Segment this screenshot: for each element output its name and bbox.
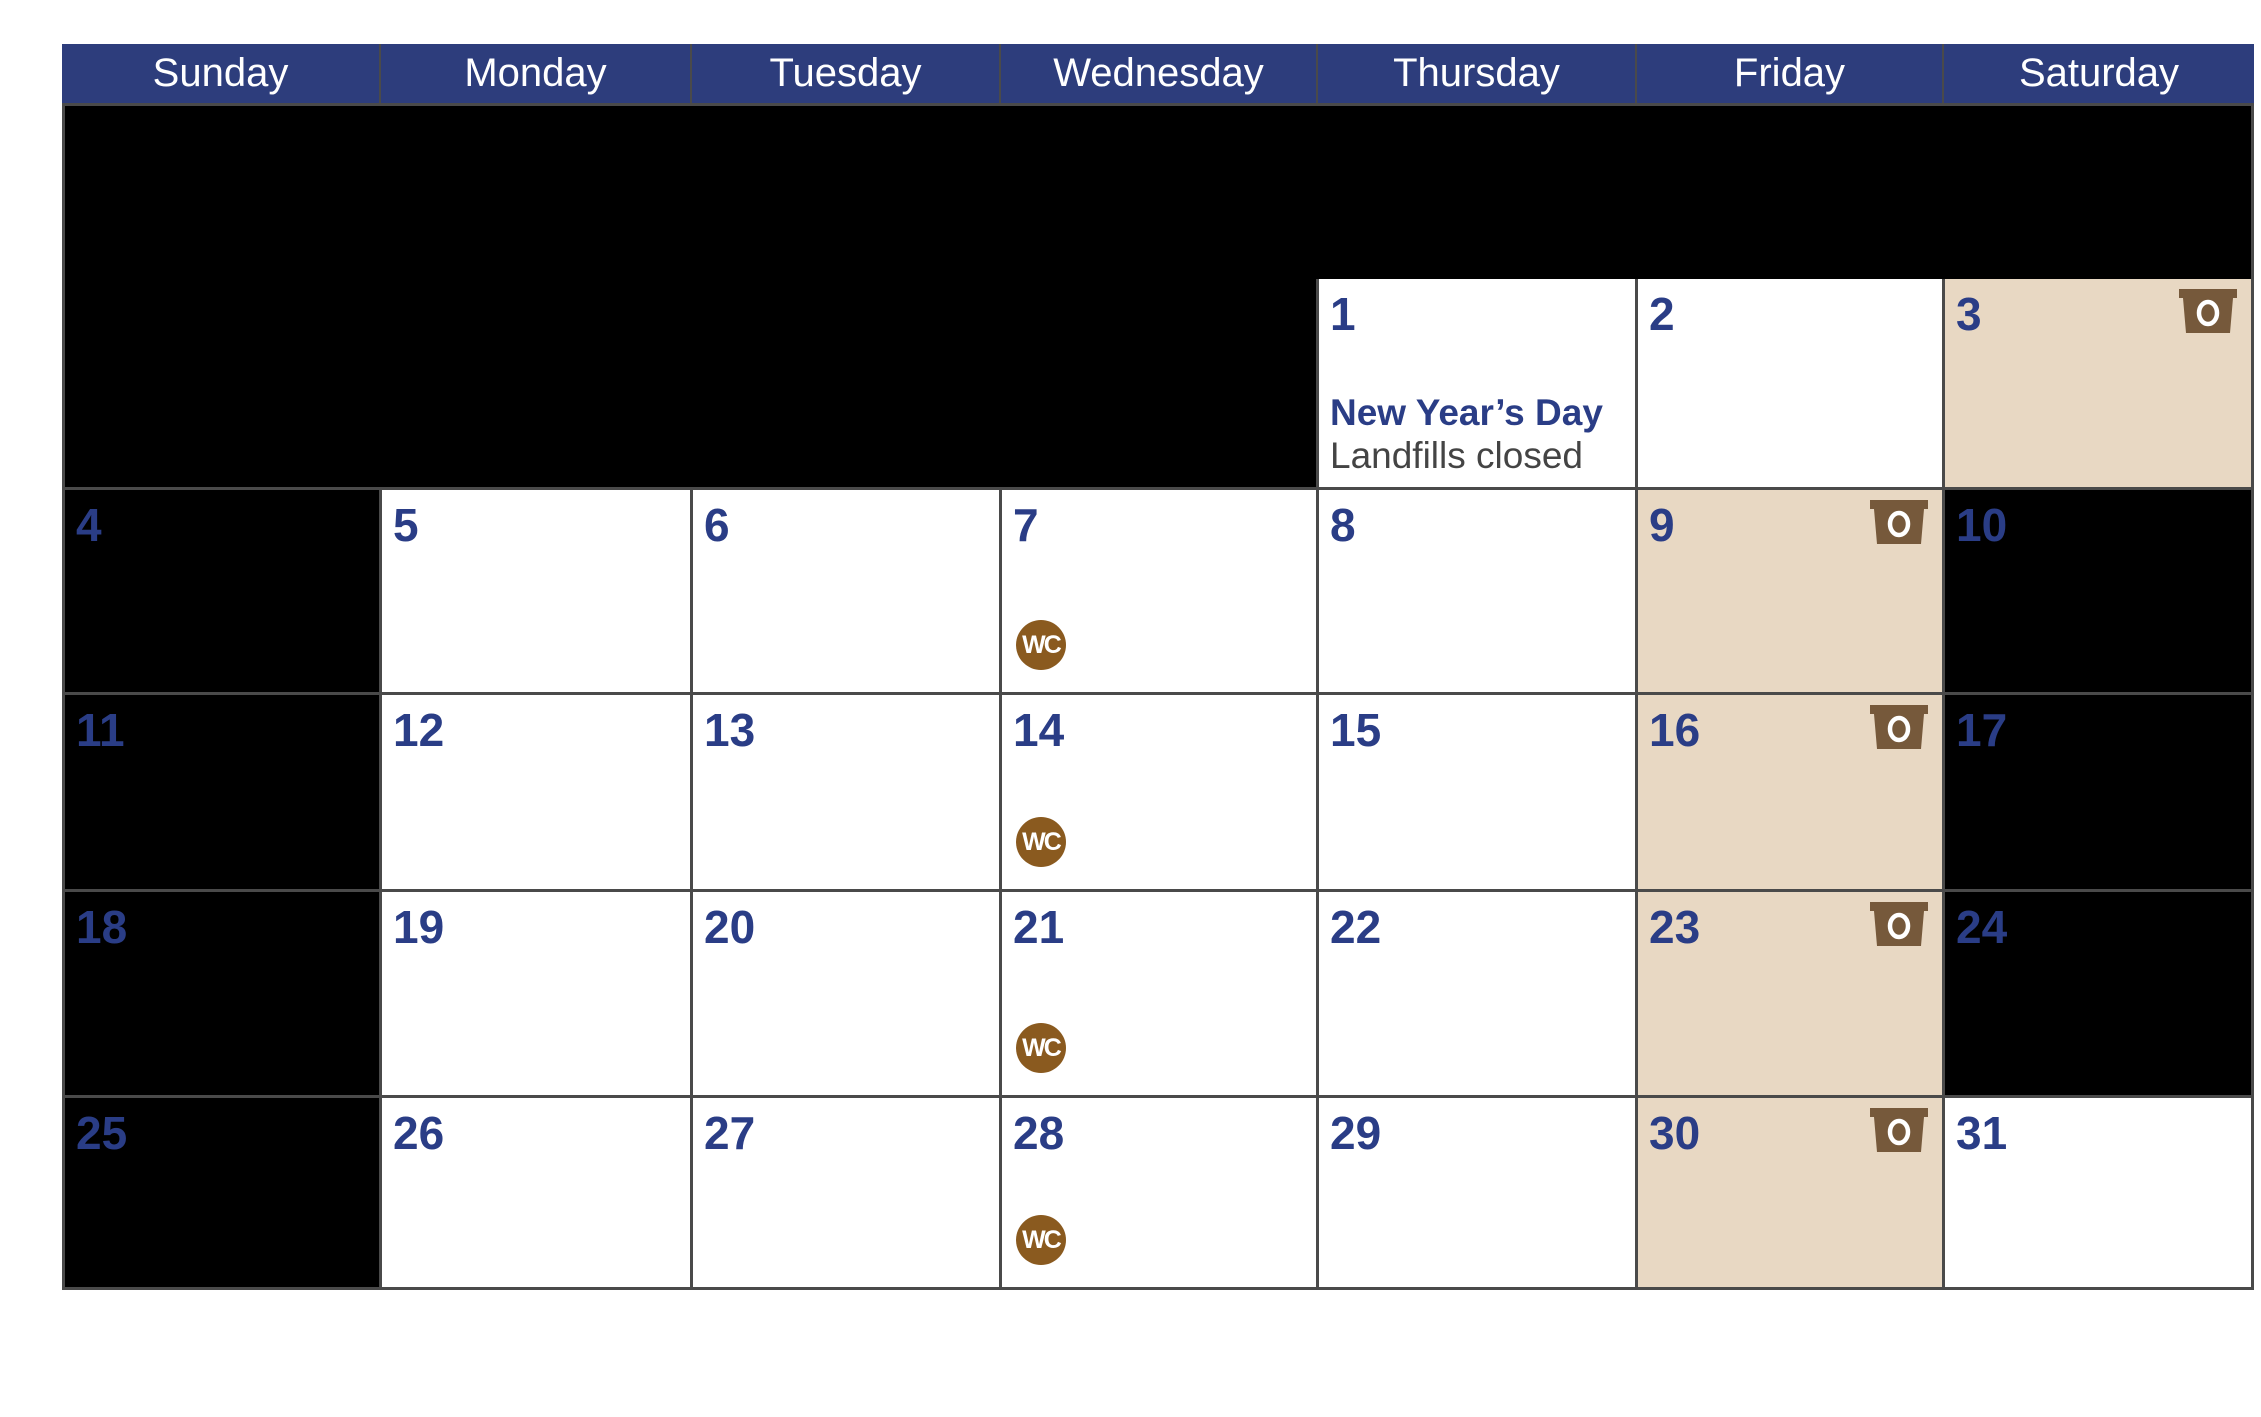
day-cell-24[interactable]: 24 (1945, 892, 2251, 1095)
day-cell-6[interactable]: 6 (693, 490, 999, 692)
day-cell-9[interactable]: 9 (1638, 490, 1942, 692)
weekday-header-thursday: Thursday (1318, 44, 1635, 103)
day-cell-12[interactable]: 12 (382, 695, 690, 889)
empty-day-cell (1945, 106, 2251, 279)
empty-day-cell (1638, 106, 1945, 279)
day-cell-21[interactable]: 21 WC (1002, 892, 1316, 1095)
day-number: 10 (1956, 499, 2008, 551)
day-number: 22 (1330, 901, 1382, 953)
day-number: 24 (1956, 901, 2008, 953)
day-cell-30[interactable]: 30 (1638, 1098, 1942, 1287)
empty-day-cell (382, 279, 693, 487)
organics-bin-icon (1870, 902, 1928, 946)
weekday-header-friday: Friday (1637, 44, 1942, 103)
empty-day-cell (65, 106, 382, 279)
day-number: 7 (1013, 499, 1039, 551)
weekday-header-tuesday: Tuesday (692, 44, 999, 103)
day-number: 6 (704, 499, 730, 551)
holiday-name: New Year’s Day (1330, 392, 1603, 433)
day-cell-4[interactable]: 4 (65, 490, 379, 692)
weekday-header-saturday: Saturday (1944, 44, 2254, 103)
day-number: 29 (1330, 1107, 1382, 1159)
day-cell-26[interactable]: 26 (382, 1098, 690, 1287)
weekday-header-sunday: Sunday (62, 44, 379, 103)
day-cell-2[interactable]: 2 (1638, 279, 1942, 487)
day-cell-23[interactable]: 23 (1638, 892, 1942, 1095)
day-cell-7[interactable]: 7 WC (1002, 490, 1316, 692)
day-cell-22[interactable]: 22 (1319, 892, 1635, 1095)
wc-badge-icon: WC (1016, 1023, 1066, 1073)
empty-day-cell (1002, 106, 1319, 279)
day-number: 17 (1956, 704, 2008, 756)
organics-bin-icon (1870, 705, 1928, 749)
day-number: 23 (1649, 901, 1701, 953)
day-cell-10[interactable]: 10 (1945, 490, 2251, 692)
day-number: 9 (1649, 499, 1675, 551)
day-number: 3 (1956, 288, 1982, 340)
day-cell-28[interactable]: 28 WC (1002, 1098, 1316, 1287)
day-cell-31[interactable]: 31 (1945, 1098, 2251, 1287)
day-cell-17[interactable]: 17 (1945, 695, 2251, 889)
day-number: 16 (1649, 704, 1701, 756)
weekday-header-wednesday: Wednesday (1001, 44, 1316, 103)
empty-day-cell (693, 106, 1002, 279)
wc-badge-icon: WC (1016, 817, 1066, 867)
day-number: 31 (1956, 1107, 2008, 1159)
day-number: 15 (1330, 704, 1382, 756)
day-number: 13 (704, 704, 756, 756)
day-cell-27[interactable]: 27 (693, 1098, 999, 1287)
day-cell-13[interactable]: 13 (693, 695, 999, 889)
day-number: 27 (704, 1107, 756, 1159)
day-number: 20 (704, 901, 756, 953)
day-number: 28 (1013, 1107, 1065, 1159)
day-number: 8 (1330, 499, 1356, 551)
day-number: 14 (1013, 704, 1065, 756)
empty-day-cell (693, 279, 1002, 487)
day-cell-25[interactable]: 25 (65, 1098, 379, 1287)
day-cell-14[interactable]: 14 WC (1002, 695, 1316, 889)
organics-bin-icon (2179, 289, 2237, 333)
day-cell-8[interactable]: 8 (1319, 490, 1635, 692)
month-calendar: Sunday Monday Tuesday Wednesday Thursday Frid… (62, 44, 2254, 1290)
day-number: 1 (1330, 288, 1356, 340)
day-cell-20[interactable]: 20 (693, 892, 999, 1095)
day-number: 2 (1649, 288, 1675, 340)
empty-day-cell (1002, 279, 1316, 487)
wc-badge-icon: WC (1016, 1215, 1066, 1265)
day-number: 4 (76, 499, 102, 551)
weekday-header-monday: Monday (381, 44, 690, 103)
day-number: 25 (76, 1107, 128, 1159)
day-cell-3[interactable]: 3 (1945, 279, 2251, 487)
organics-bin-icon (1870, 1108, 1928, 1152)
day-number: 11 (76, 704, 125, 756)
day-cell-16[interactable]: 16 (1638, 695, 1942, 889)
day-number: 5 (393, 499, 419, 551)
day-cell-19[interactable]: 19 (382, 892, 690, 1095)
empty-day-cell (65, 279, 382, 487)
day-number: 12 (393, 704, 445, 756)
day-cell-15[interactable]: 15 (1319, 695, 1635, 889)
day-cell-29[interactable]: 29 (1319, 1098, 1635, 1287)
holiday-note: Landfills closed (1330, 435, 1583, 476)
day-number: 26 (393, 1107, 445, 1159)
day-number: 30 (1649, 1107, 1701, 1159)
day-number: 18 (76, 901, 128, 953)
empty-day-cell (1319, 106, 1638, 279)
organics-bin-icon (1870, 500, 1928, 544)
day-cell-11[interactable]: 11 (65, 695, 379, 889)
day-number: 19 (393, 901, 445, 953)
day-number: 21 (1013, 901, 1065, 953)
wc-badge-icon: WC (1016, 620, 1066, 670)
day-cell-1[interactable]: 1 New Year’s Day Landfills closed (1319, 279, 1635, 487)
empty-day-cell (382, 106, 693, 279)
day-cell-5[interactable]: 5 (382, 490, 690, 692)
day-cell-18[interactable]: 18 (65, 892, 379, 1095)
